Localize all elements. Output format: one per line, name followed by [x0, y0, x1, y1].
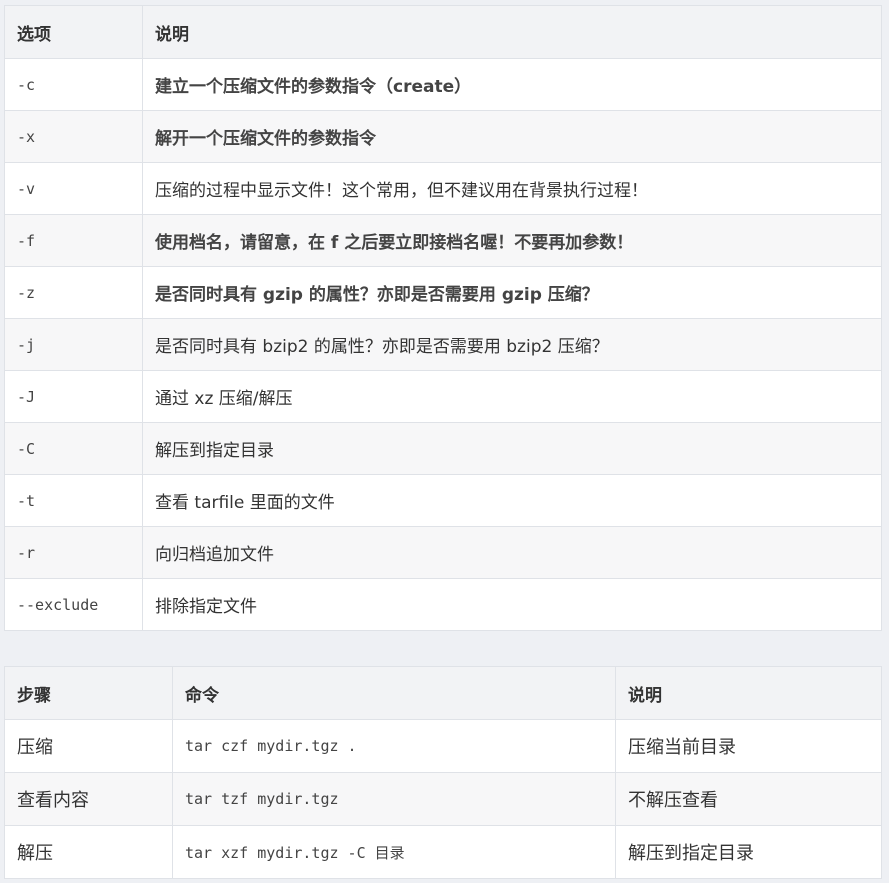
description-cell: 是否同时具有 gzip 的属性？亦即是否需要用 gzip 压缩？ [142, 266, 882, 319]
table-row: -v 压缩的过程中显示文件！这个常用，但不建议用在背景执行过程！ [4, 162, 882, 215]
table-row: -t 查看 tarfile 里面的文件 [4, 474, 882, 527]
table-row: -x 解开一个压缩文件的参数指令 [4, 110, 882, 163]
table-header-row: 选项 说明 [4, 5, 882, 59]
option-cell: -t [4, 474, 143, 527]
description-cell: 建立一个压缩文件的参数指令（create） [142, 58, 882, 111]
option-cell: -c [4, 58, 143, 111]
option-cell: -x [4, 110, 143, 163]
note-cell: 解压到指定目录 [615, 825, 882, 879]
note-cell: 压缩当前目录 [615, 719, 882, 773]
options-table: 选项 说明 -c 建立一个压缩文件的参数指令（create） -x 解开一个压缩… [4, 5, 882, 631]
description-cell: 压缩的过程中显示文件！这个常用，但不建议用在背景执行过程！ [142, 162, 882, 215]
description-cell: 使用档名，请留意，在 f 之后要立即接档名喔！不要再加参数！ [142, 214, 882, 267]
description-cell: 查看 tarfile 里面的文件 [142, 474, 882, 527]
note-cell: 不解压查看 [615, 772, 882, 826]
table-row: -C 解压到指定目录 [4, 422, 882, 475]
description-cell: 通过 xz 压缩/解压 [142, 370, 882, 423]
command-cell: tar xzf mydir.tgz -C 目录 [172, 825, 616, 879]
table-row: -j 是否同时具有 bzip2 的属性？亦即是否需要用 bzip2 压缩？ [4, 318, 882, 371]
table-row: -f 使用档名，请留意，在 f 之后要立即接档名喔！不要再加参数！ [4, 214, 882, 267]
option-cell: -f [4, 214, 143, 267]
option-cell: -v [4, 162, 143, 215]
column-header-command: 命令 [172, 666, 616, 720]
column-header-step: 步骤 [4, 666, 173, 720]
column-header-option: 选项 [4, 5, 143, 59]
column-header-note: 说明 [615, 666, 882, 720]
column-header-description: 说明 [142, 5, 882, 59]
description-cell: 向归档追加文件 [142, 526, 882, 579]
option-cell: -j [4, 318, 143, 371]
table-row: 解压 tar xzf mydir.tgz -C 目录 解压到指定目录 [4, 825, 882, 879]
table-row: --exclude 排除指定文件 [4, 578, 882, 631]
command-cell: tar czf mydir.tgz . [172, 719, 616, 773]
commands-table: 步骤 命令 说明 压缩 tar czf mydir.tgz . 压缩当前目录 查… [4, 666, 882, 879]
command-cell: tar tzf mydir.tgz [172, 772, 616, 826]
table-row: -z 是否同时具有 gzip 的属性？亦即是否需要用 gzip 压缩？ [4, 266, 882, 319]
option-cell: -z [4, 266, 143, 319]
option-cell: -C [4, 422, 143, 475]
option-cell: --exclude [4, 578, 143, 631]
table-header-row: 步骤 命令 说明 [4, 666, 882, 720]
description-cell: 排除指定文件 [142, 578, 882, 631]
table-row: 压缩 tar czf mydir.tgz . 压缩当前目录 [4, 719, 882, 773]
option-cell: -r [4, 526, 143, 579]
step-cell: 压缩 [4, 719, 173, 773]
table-row: -c 建立一个压缩文件的参数指令（create） [4, 58, 882, 111]
description-cell: 是否同时具有 bzip2 的属性？亦即是否需要用 bzip2 压缩？ [142, 318, 882, 371]
step-cell: 解压 [4, 825, 173, 879]
page: 选项 说明 -c 建立一个压缩文件的参数指令（create） -x 解开一个压缩… [0, 0, 889, 883]
table-row: 查看内容 tar tzf mydir.tgz 不解压查看 [4, 772, 882, 826]
description-cell: 解压到指定目录 [142, 422, 882, 475]
option-cell: -J [4, 370, 143, 423]
table-row: -r 向归档追加文件 [4, 526, 882, 579]
description-cell: 解开一个压缩文件的参数指令 [142, 110, 882, 163]
table-row: -J 通过 xz 压缩/解压 [4, 370, 882, 423]
step-cell: 查看内容 [4, 772, 173, 826]
